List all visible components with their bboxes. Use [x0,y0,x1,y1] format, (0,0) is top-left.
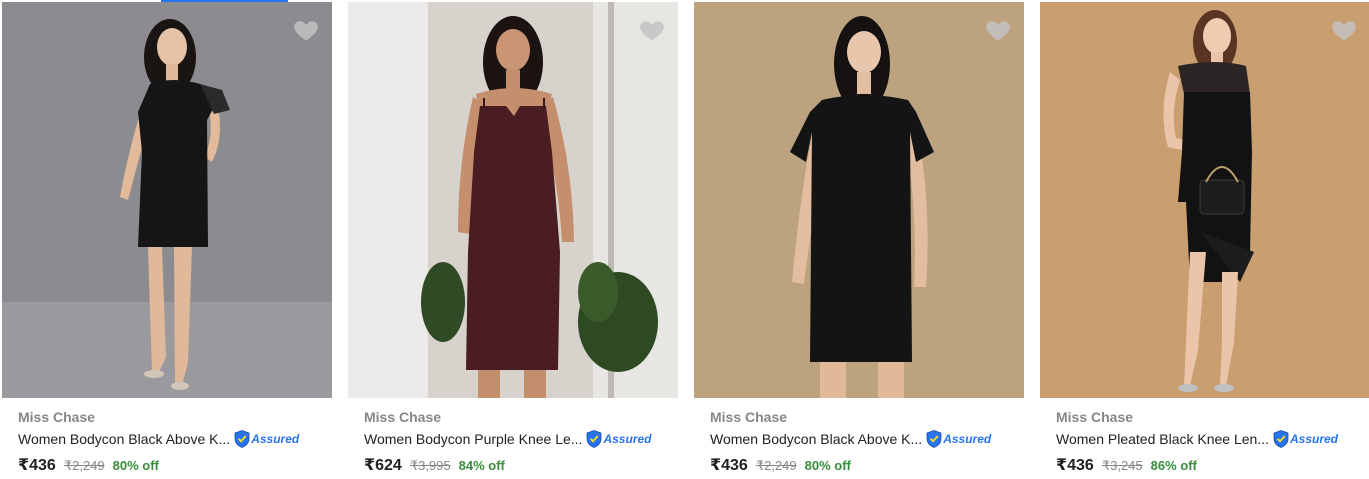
assured-label: Assured [251,432,300,446]
product-photo [1040,2,1369,398]
assured-shield-icon [1273,430,1289,448]
product-brand: Miss Chase [364,409,442,425]
assured-label: Assured [943,432,992,446]
discount-label: 84% off [458,458,505,473]
selling-price: ₹436 [710,457,748,474]
assured-badge: Assured [1273,430,1338,448]
original-price: ₹2,249 [755,458,797,473]
product-brand: Miss Chase [710,409,788,425]
wishlist-heart-icon[interactable] [984,16,1012,44]
assured-badge: Assured [926,430,991,448]
discount-label: 86% off [1150,458,1197,473]
product-brand: Miss Chase [1056,409,1134,425]
product-title-row: Women Bodycon Purple Knee Le... Assured [364,429,651,449]
assured-badge: Assured [234,430,299,448]
assured-badge: Assured [586,430,651,448]
product-title-row: Women Pleated Black Knee Len... Assured [1056,429,1338,449]
product-title[interactable]: Women Pleated Black Knee Len... [1056,431,1269,447]
discount-label: 80% off [804,458,851,473]
price-row: ₹436 ₹2,249 80% off [18,455,159,475]
product-photo [2,2,332,398]
wishlist-heart-icon[interactable] [292,16,320,44]
product-photo [694,2,1024,398]
price-row: ₹624 ₹3,995 84% off [364,455,505,475]
assured-shield-icon [587,430,602,448]
assured-label: Assured [1289,432,1339,446]
product-card[interactable]: Miss Chase Women Bodycon Purple Knee Le.… [348,0,679,479]
product-photo [348,2,678,398]
product-title[interactable]: Women Bodycon Black Above K... [18,431,230,447]
product-title-row: Women Bodycon Black Above K... Assured [18,429,299,449]
selling-price: ₹436 [18,457,56,474]
product-image[interactable] [348,2,678,398]
product-card[interactable]: Miss Chase Women Bodycon Black Above K..… [694,0,1025,479]
product-card[interactable]: Miss Chase Women Pleated Black Knee Len.… [1040,0,1369,479]
selling-price: ₹624 [364,457,402,474]
product-card[interactable]: Miss Chase Women Bodycon Black Above K..… [2,0,333,479]
assured-label: Assured [603,432,652,446]
original-price: ₹3,245 [1101,458,1143,473]
assured-shield-icon [234,430,250,448]
wishlist-heart-icon[interactable] [638,16,666,44]
product-image[interactable] [2,2,332,398]
product-grid: Miss Chase Women Bodycon Black Above K..… [0,0,1369,479]
original-price: ₹3,995 [409,458,451,473]
assured-shield-icon [926,430,942,448]
original-price: ₹2,249 [63,458,105,473]
product-title-row: Women Bodycon Black Above K... Assured [710,429,991,449]
discount-label: 80% off [112,458,159,473]
price-row: ₹436 ₹2,249 80% off [710,455,851,475]
product-brand: Miss Chase [18,409,96,425]
product-title[interactable]: Women Bodycon Black Above K... [710,431,922,447]
product-image[interactable] [1040,2,1369,398]
product-image[interactable] [694,2,1024,398]
price-row: ₹436 ₹3,245 86% off [1056,455,1197,475]
product-title[interactable]: Women Bodycon Purple Knee Le... [364,431,582,447]
wishlist-heart-icon[interactable] [1330,16,1358,44]
selling-price: ₹436 [1056,457,1094,474]
